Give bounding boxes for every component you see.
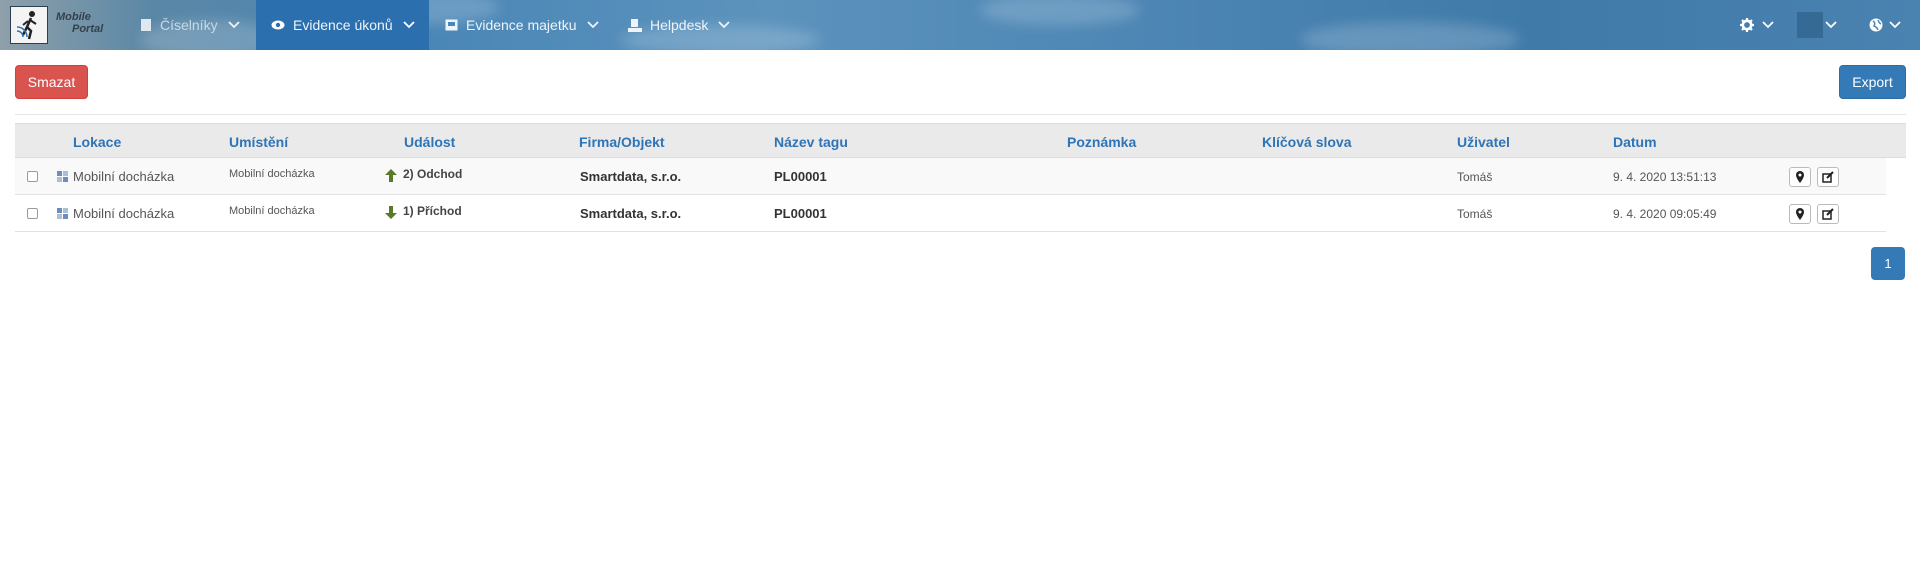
helpdesk-icon bbox=[628, 18, 642, 32]
column-header-firma-objekt[interactable]: Firma/Objekt bbox=[579, 124, 665, 159]
gear-icon bbox=[1740, 18, 1754, 32]
column-header-datum[interactable]: Datum bbox=[1613, 124, 1657, 159]
edit-button[interactable] bbox=[1817, 158, 1839, 195]
document-icon bbox=[140, 18, 152, 32]
cell-umisteni: Mobilní docházka bbox=[229, 167, 315, 180]
event-label: 2) Odchod bbox=[403, 166, 463, 181]
chevron-down-icon bbox=[1762, 21, 1774, 29]
cell-udalost: 2) Odchod bbox=[384, 155, 462, 192]
nav-item-helpdesk[interactable]: Helpdesk bbox=[628, 0, 731, 50]
column-header-lokace[interactable]: Lokace bbox=[73, 124, 121, 159]
chevron-down-icon bbox=[1889, 21, 1901, 29]
cell-datum: 9. 4. 2020 09:05:49 bbox=[1613, 206, 1717, 221]
table-row[interactable]: Mobilní docházka Mobilní docházka 1) Pří… bbox=[15, 195, 1886, 232]
map-pin-icon bbox=[1796, 207, 1804, 220]
chevron-down-icon bbox=[227, 21, 240, 29]
cell-lokace: Mobilní docházka bbox=[73, 206, 175, 221]
cell-umisteni: Mobilní docházka bbox=[229, 204, 315, 217]
edit-button[interactable] bbox=[1817, 195, 1839, 232]
cell-uzivatel: Tomáš bbox=[1457, 206, 1493, 221]
cell-firma: Smartdata, s.r.o. bbox=[580, 206, 682, 221]
inbox-icon bbox=[445, 19, 458, 31]
chevron-down-icon bbox=[403, 21, 415, 29]
table-header: Lokace Umístění Událost Firma/Objekt Náz… bbox=[15, 123, 1906, 158]
edit-icon bbox=[1822, 207, 1834, 220]
arrow-down-icon bbox=[384, 205, 398, 219]
globe-icon bbox=[1869, 18, 1883, 32]
map-pin-icon bbox=[1796, 170, 1804, 183]
eye-icon bbox=[271, 20, 285, 30]
app-logo[interactable] bbox=[10, 6, 48, 44]
nav-label: Helpdesk bbox=[650, 17, 709, 33]
map-pin-button[interactable] bbox=[1789, 158, 1811, 195]
location-grid-icon bbox=[57, 158, 68, 195]
arrow-up-icon bbox=[384, 168, 398, 182]
language-menu[interactable] bbox=[1869, 0, 1901, 50]
nav-item-evidence-majetku[interactable]: Evidence majetku bbox=[445, 0, 599, 50]
cell-lokace: Mobilní docházka bbox=[73, 169, 175, 184]
edit-icon bbox=[1822, 170, 1834, 183]
logo-line-2: Portal bbox=[72, 23, 104, 35]
event-label: 1) Příchod bbox=[403, 203, 462, 218]
column-header-poznamka[interactable]: Poznámka bbox=[1067, 124, 1136, 159]
logo-walker-icon bbox=[16, 11, 37, 40]
settings-menu[interactable] bbox=[1740, 0, 1774, 50]
pagination-page-1[interactable]: 1 bbox=[1871, 247, 1905, 280]
user-avatar[interactable] bbox=[1797, 12, 1823, 38]
column-header-uzivatel[interactable]: Uživatel bbox=[1457, 124, 1510, 159]
top-navbar: Mobile Portal Číselníky Evidence úkonů E… bbox=[0, 0, 1920, 50]
row-checkbox[interactable] bbox=[27, 195, 38, 232]
row-checkbox[interactable] bbox=[27, 158, 38, 195]
nav-item-ciselniky[interactable]: Číselníky bbox=[140, 0, 240, 50]
table-row[interactable]: Mobilní docházka Mobilní docházka 2) Odc… bbox=[15, 158, 1886, 195]
chevron-down-icon bbox=[718, 21, 731, 29]
logo-line-1: Mobile bbox=[56, 11, 91, 23]
cell-uzivatel: Tomáš bbox=[1457, 169, 1493, 184]
column-header-klicova-slova[interactable]: Klíčová slova bbox=[1262, 124, 1352, 159]
column-header-umisteni[interactable]: Umístění bbox=[229, 124, 288, 159]
map-pin-button[interactable] bbox=[1789, 195, 1811, 232]
nav-item-evidence-ukonu[interactable]: Evidence úkonů bbox=[256, 0, 429, 50]
cell-datum: 9. 4. 2020 13:51:13 bbox=[1613, 169, 1717, 184]
user-menu-toggle[interactable] bbox=[1825, 0, 1837, 50]
cell-tag: PL00001 bbox=[774, 206, 827, 221]
cell-firma: Smartdata, s.r.o. bbox=[580, 169, 682, 184]
app-logo-text: Mobile Portal bbox=[56, 11, 103, 35]
cell-tag: PL00001 bbox=[774, 169, 827, 184]
column-header-nazev-tagu[interactable]: Název tagu bbox=[774, 124, 848, 159]
cell-udalost: 1) Příchod bbox=[384, 192, 462, 229]
location-grid-icon bbox=[57, 195, 68, 232]
nav-label: Evidence majetku bbox=[466, 17, 577, 33]
nav-label: Číselníky bbox=[160, 17, 218, 33]
export-button[interactable]: Export bbox=[1839, 65, 1906, 99]
chevron-down-icon bbox=[586, 21, 599, 29]
divider bbox=[15, 114, 1906, 115]
column-header-udalost[interactable]: Událost bbox=[404, 124, 455, 159]
chevron-down-icon bbox=[1825, 21, 1837, 29]
nav-label: Evidence úkonů bbox=[293, 17, 393, 33]
delete-button[interactable]: Smazat bbox=[15, 65, 88, 99]
